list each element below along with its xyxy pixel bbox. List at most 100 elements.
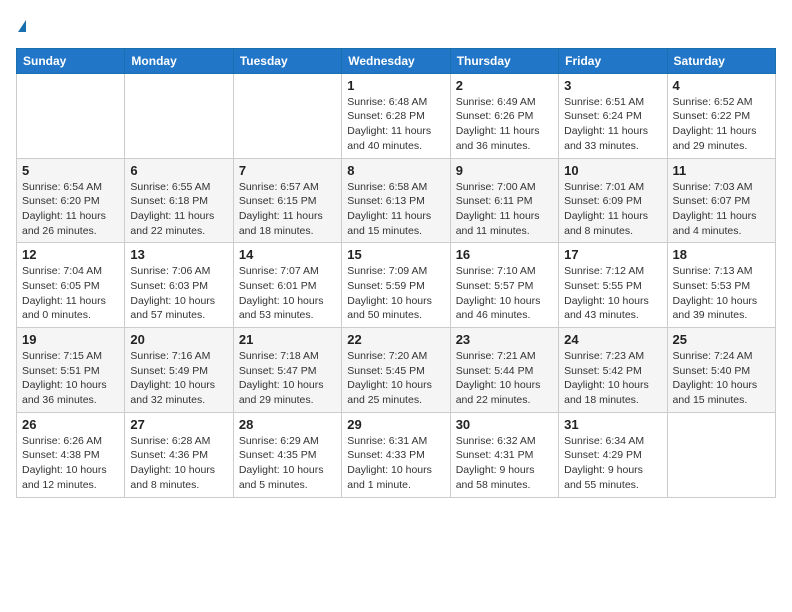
calendar-cell: 17 Sunrise: 7:12 AMSunset: 5:55 PMDayligh… [559, 243, 667, 328]
day-info: Sunrise: 6:49 AMSunset: 6:26 PMDaylight:… [456, 95, 553, 154]
day-number: 2 [456, 78, 553, 93]
day-number: 5 [22, 163, 119, 178]
day-info: Sunrise: 6:28 AMSunset: 4:36 PMDaylight:… [130, 434, 227, 493]
calendar-week-row: 19 Sunrise: 7:15 AMSunset: 5:51 PMDayligh… [17, 328, 776, 413]
calendar-header-monday: Monday [125, 48, 233, 73]
calendar-cell: 23 Sunrise: 7:21 AMSunset: 5:44 PMDayligh… [450, 328, 558, 413]
day-number: 30 [456, 417, 553, 432]
day-info: Sunrise: 6:26 AMSunset: 4:38 PMDaylight:… [22, 434, 119, 493]
calendar-header-saturday: Saturday [667, 48, 775, 73]
calendar-cell: 13Sunrise: 7:06 AMSunset: 6:03 PMDayligh… [125, 243, 233, 328]
calendar-cell: 21 Sunrise: 7:18 AMSunset: 5:47 PMDayligh… [233, 328, 341, 413]
calendar-week-row: 1 Sunrise: 6:48 AMSunset: 6:28 PMDaylight… [17, 73, 776, 158]
calendar-cell: 3 Sunrise: 6:51 AMSunset: 6:24 PMDaylight… [559, 73, 667, 158]
calendar-week-row: 5 Sunrise: 6:54 AMSunset: 6:20 PMDaylight… [17, 158, 776, 243]
calendar-week-row: 26 Sunrise: 6:26 AMSunset: 4:38 PMDayligh… [17, 412, 776, 497]
day-number: 25 [673, 332, 770, 347]
day-number: 12 [22, 247, 119, 262]
day-number: 15 [347, 247, 444, 262]
day-info: Sunrise: 6:31 AMSunset: 4:33 PMDaylight:… [347, 434, 444, 493]
day-info: Sunrise: 7:20 AMSunset: 5:45 PMDaylight:… [347, 349, 444, 408]
day-number: 10 [564, 163, 661, 178]
day-info: Sunrise: 6:48 AMSunset: 6:28 PMDaylight:… [347, 95, 444, 154]
day-info: Sunrise: 7:07 AMSunset: 6:01 PMDaylight:… [239, 264, 336, 323]
calendar-header-tuesday: Tuesday [233, 48, 341, 73]
day-number: 31 [564, 417, 661, 432]
day-info: Sunrise: 7:23 AMSunset: 5:42 PMDaylight:… [564, 349, 661, 408]
calendar-cell [667, 412, 775, 497]
day-number: 7 [239, 163, 336, 178]
day-number: 22 [347, 332, 444, 347]
calendar-cell: 9Sunrise: 7:00 AMSunset: 6:11 PMDaylight… [450, 158, 558, 243]
day-info: Sunrise: 6:52 AMSunset: 6:22 PMDaylight:… [673, 95, 770, 154]
day-info: Sunrise: 7:09 AMSunset: 5:59 PMDaylight:… [347, 264, 444, 323]
day-info: Sunrise: 6:32 AMSunset: 4:31 PMDaylight:… [456, 434, 553, 493]
day-info: Sunrise: 7:21 AMSunset: 5:44 PMDaylight:… [456, 349, 553, 408]
day-number: 19 [22, 332, 119, 347]
day-number: 6 [130, 163, 227, 178]
day-info: Sunrise: 6:51 AMSunset: 6:24 PMDaylight:… [564, 95, 661, 154]
day-number: 14 [239, 247, 336, 262]
day-info: Sunrise: 7:04 AMSunset: 6:05 PMDaylight:… [22, 264, 119, 323]
calendar-cell [17, 73, 125, 158]
day-info: Sunrise: 6:29 AMSunset: 4:35 PMDaylight:… [239, 434, 336, 493]
day-info: Sunrise: 7:24 AMSunset: 5:40 PMDaylight:… [673, 349, 770, 408]
day-number: 13 [130, 247, 227, 262]
day-info: Sunrise: 6:55 AMSunset: 6:18 PMDaylight:… [130, 180, 227, 239]
day-number: 8 [347, 163, 444, 178]
calendar-cell: 1 Sunrise: 6:48 AMSunset: 6:28 PMDaylight… [342, 73, 450, 158]
day-number: 21 [239, 332, 336, 347]
day-info: Sunrise: 7:18 AMSunset: 5:47 PMDaylight:… [239, 349, 336, 408]
calendar-cell: 2 Sunrise: 6:49 AMSunset: 6:26 PMDaylight… [450, 73, 558, 158]
day-number: 17 [564, 247, 661, 262]
day-info: Sunrise: 6:54 AMSunset: 6:20 PMDaylight:… [22, 180, 119, 239]
calendar-cell: 12 Sunrise: 7:04 AMSunset: 6:05 PMDayligh… [17, 243, 125, 328]
day-info: Sunrise: 6:58 AMSunset: 6:13 PMDaylight:… [347, 180, 444, 239]
logo-general [16, 16, 26, 36]
day-number: 11 [673, 163, 770, 178]
day-info: Sunrise: 7:16 AMSunset: 5:49 PMDaylight:… [130, 349, 227, 408]
calendar-cell: 29 Sunrise: 6:31 AMSunset: 4:33 PMDayligh… [342, 412, 450, 497]
calendar-header-sunday: Sunday [17, 48, 125, 73]
day-number: 16 [456, 247, 553, 262]
day-number: 24 [564, 332, 661, 347]
day-number: 9 [456, 163, 553, 178]
calendar-cell: 25 Sunrise: 7:24 AMSunset: 5:40 PMDayligh… [667, 328, 775, 413]
day-number: 3 [564, 78, 661, 93]
calendar-cell: 5 Sunrise: 6:54 AMSunset: 6:20 PMDaylight… [17, 158, 125, 243]
day-info: Sunrise: 7:10 AMSunset: 5:57 PMDaylight:… [456, 264, 553, 323]
day-info: Sunrise: 7:03 AMSunset: 6:07 PMDaylight:… [673, 180, 770, 239]
calendar-cell: 20 Sunrise: 7:16 AMSunset: 5:49 PMDayligh… [125, 328, 233, 413]
day-number: 27 [130, 417, 227, 432]
calendar-header-friday: Friday [559, 48, 667, 73]
day-info: Sunrise: 7:12 AMSunset: 5:55 PMDaylight:… [564, 264, 661, 323]
calendar-cell: 8 Sunrise: 6:58 AMSunset: 6:13 PMDaylight… [342, 158, 450, 243]
calendar-cell: 19 Sunrise: 7:15 AMSunset: 5:51 PMDayligh… [17, 328, 125, 413]
logo [16, 16, 26, 36]
day-number: 23 [456, 332, 553, 347]
calendar-cell: 7Sunrise: 6:57 AMSunset: 6:15 PMDaylight… [233, 158, 341, 243]
day-number: 1 [347, 78, 444, 93]
day-number: 20 [130, 332, 227, 347]
day-number: 29 [347, 417, 444, 432]
calendar-cell: 18Sunrise: 7:13 AMSunset: 5:53 PMDayligh… [667, 243, 775, 328]
calendar-cell: 28Sunrise: 6:29 AMSunset: 4:35 PMDayligh… [233, 412, 341, 497]
calendar-cell: 6 Sunrise: 6:55 AMSunset: 6:18 PMDaylight… [125, 158, 233, 243]
calendar-cell: 27 Sunrise: 6:28 AMSunset: 4:36 PMDayligh… [125, 412, 233, 497]
calendar-table: SundayMondayTuesdayWednesdayThursdayFrid… [16, 48, 776, 498]
calendar-cell: 14 Sunrise: 7:07 AMSunset: 6:01 PMDayligh… [233, 243, 341, 328]
calendar-cell: 15 Sunrise: 7:09 AMSunset: 5:59 PMDayligh… [342, 243, 450, 328]
calendar-week-row: 12 Sunrise: 7:04 AMSunset: 6:05 PMDayligh… [17, 243, 776, 328]
page-header [16, 16, 776, 36]
calendar-cell [233, 73, 341, 158]
day-number: 26 [22, 417, 119, 432]
day-info: Sunrise: 6:34 AMSunset: 4:29 PMDaylight:… [564, 434, 661, 493]
day-info: Sunrise: 7:13 AMSunset: 5:53 PMDaylight:… [673, 264, 770, 323]
calendar-cell: 11 Sunrise: 7:03 AMSunset: 6:07 PMDayligh… [667, 158, 775, 243]
calendar-cell: 30 Sunrise: 6:32 AMSunset: 4:31 PMDayligh… [450, 412, 558, 497]
day-info: Sunrise: 7:15 AMSunset: 5:51 PMDaylight:… [22, 349, 119, 408]
calendar-cell: 26 Sunrise: 6:26 AMSunset: 4:38 PMDayligh… [17, 412, 125, 497]
calendar-cell: 31 Sunrise: 6:34 AMSunset: 4:29 PMDayligh… [559, 412, 667, 497]
calendar-header-thursday: Thursday [450, 48, 558, 73]
calendar-cell [125, 73, 233, 158]
